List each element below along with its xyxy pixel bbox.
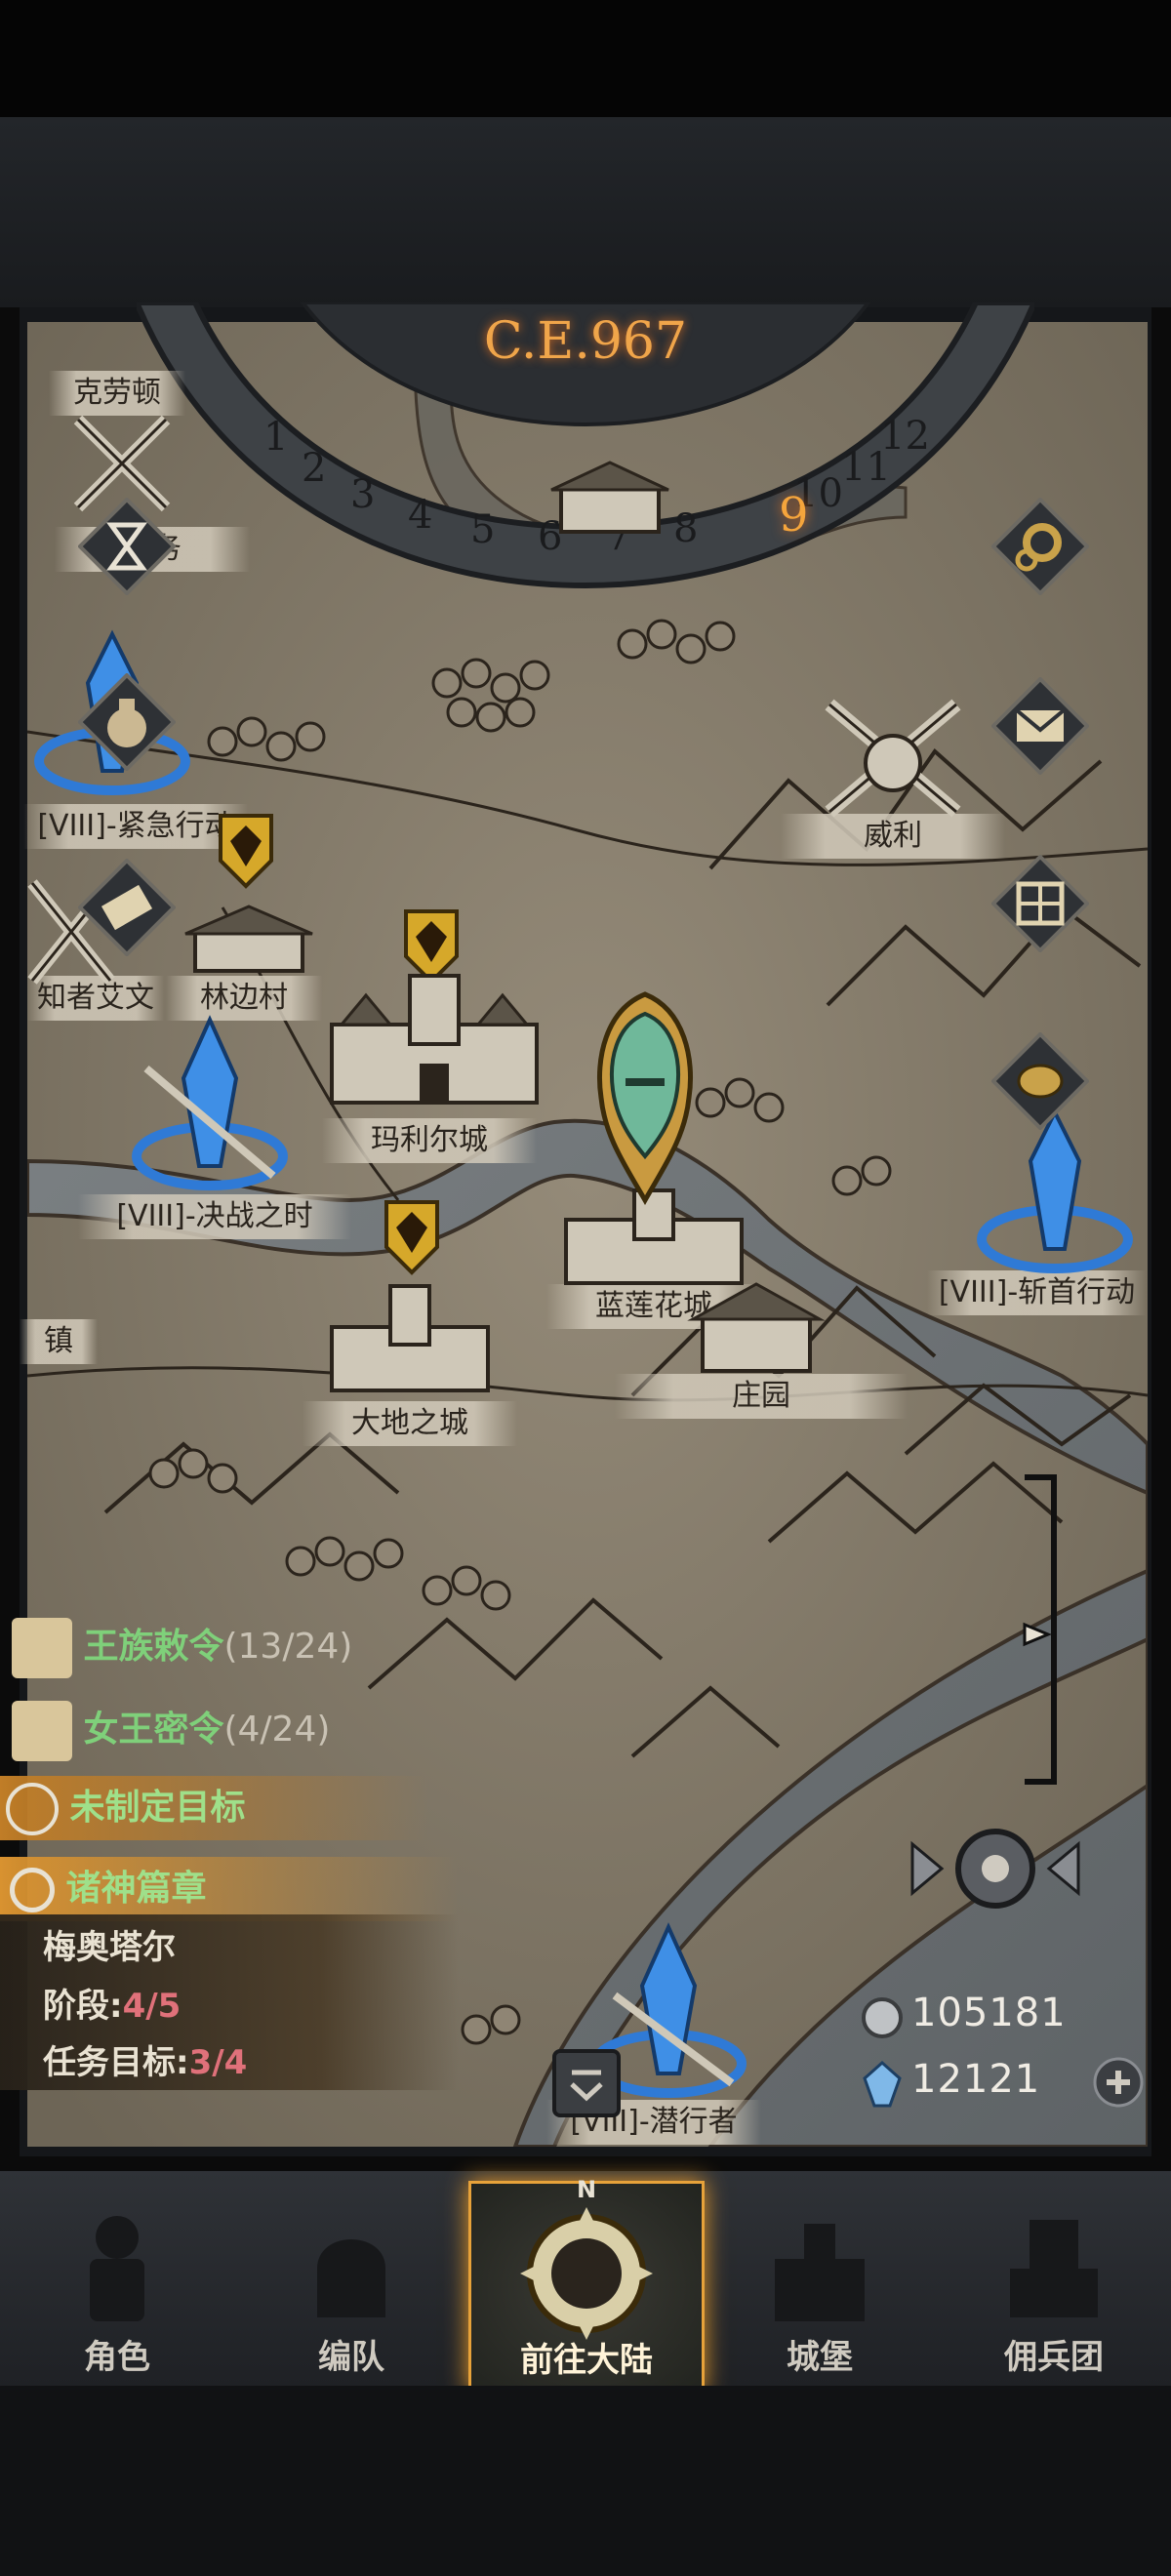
player-helmet-marker[interactable] xyxy=(591,990,699,1205)
helmet-icon xyxy=(317,2239,385,2317)
month-8: 8 xyxy=(673,506,699,551)
current-month: 9 xyxy=(779,488,809,543)
bag-icon[interactable] xyxy=(78,673,176,771)
compass-icon xyxy=(520,2207,653,2340)
mercenary-icon xyxy=(1010,2220,1098,2317)
zoom-handle xyxy=(1023,1622,1052,1647)
chapter-title: 诸神篇章 xyxy=(65,1869,207,1909)
quest-royal-decree[interactable]: 王族敕令(13/24) xyxy=(12,1615,352,1679)
location-zhen[interactable]: 镇 xyxy=(20,1319,98,1364)
quest-queen-order[interactable]: 女王密令(4/24) xyxy=(12,1698,330,1762)
scroll-icon[interactable] xyxy=(78,859,176,956)
month-1: 1 xyxy=(263,415,289,460)
castle-icon[interactable] xyxy=(322,966,546,1112)
goal-row: 任务目标:3/4 xyxy=(43,2035,247,2083)
stage-row: 阶段:4/5 xyxy=(43,1979,181,2027)
top-bar xyxy=(0,117,1171,307)
stage-label: 阶段: xyxy=(43,1987,123,2026)
tab-label: 城堡 xyxy=(787,2338,853,2377)
era-label: C.E.967 xyxy=(483,312,688,371)
target-label: 未制定目标 xyxy=(69,1788,246,1828)
tab-label: 佣兵团 xyxy=(1004,2338,1104,2377)
target-bar[interactable]: 未制定目标 xyxy=(0,1776,429,1840)
goal-label: 任务目标: xyxy=(43,2043,189,2082)
add-currency-button[interactable] xyxy=(1091,2055,1146,2110)
month-2: 2 xyxy=(302,446,327,491)
scroll-icon xyxy=(12,1618,72,1678)
month-12: 12 xyxy=(880,414,930,459)
castle-icon[interactable] xyxy=(322,1278,498,1395)
chapter-panel[interactable]: 梅奥塔尔 阶段:4/5 任务目标:3/4 xyxy=(0,1914,459,2090)
crystal-icon xyxy=(863,2061,902,2108)
location-juezhan[interactable]: [VIII]-决战之时 xyxy=(78,1194,351,1239)
tab-go-to-continent[interactable]: N 前往大陆 xyxy=(468,2176,705,2392)
crossed-swords-icon[interactable] xyxy=(820,695,966,822)
tab-formation[interactable]: 编队 xyxy=(234,2181,468,2386)
quest-name: 王族敕令 xyxy=(83,1627,224,1667)
stage-value: 4/5 xyxy=(122,1987,182,2026)
crystal-quest-marker[interactable] xyxy=(127,1010,293,1195)
tab-castle[interactable]: 城堡 xyxy=(703,2181,937,2386)
gear-icon[interactable] xyxy=(991,498,1089,595)
building-icon[interactable] xyxy=(546,459,673,537)
location-urgent[interactable]: [VIII]-紧急行动 xyxy=(23,804,248,849)
manor-icon[interactable] xyxy=(683,1278,829,1376)
tab-label: 编队 xyxy=(318,2338,384,2377)
coin-icon[interactable] xyxy=(991,1032,1089,1130)
search-icon xyxy=(10,1868,55,1912)
silver-amount: 105181 xyxy=(911,1991,1067,2035)
zoom-slider[interactable] xyxy=(1015,1473,1064,1786)
scroll-icon xyxy=(12,1701,72,1761)
locate-icon[interactable] xyxy=(903,1815,1088,1922)
shield-banner-icon[interactable] xyxy=(383,1198,441,1276)
month-4: 4 xyxy=(408,493,433,538)
collapse-button[interactable] xyxy=(552,2049,621,2117)
tab-label: 前往大陆 xyxy=(520,2341,653,2380)
goal-value: 3/4 xyxy=(188,2043,248,2082)
grid-icon[interactable] xyxy=(991,855,1089,952)
chapter-header[interactable]: 诸神篇章 xyxy=(0,1857,459,1921)
target-icon xyxy=(6,1783,59,1835)
tab-character[interactable]: 角色 xyxy=(0,2181,234,2386)
tab-mercenary[interactable]: 佣兵团 xyxy=(937,2181,1171,2386)
tab-label: 角色 xyxy=(84,2338,150,2377)
location-dadi[interactable]: 大地之城 xyxy=(303,1401,517,1446)
crystal-amount: 12121 xyxy=(911,2057,1041,2102)
village-icon[interactable] xyxy=(176,903,322,976)
envelope-icon[interactable] xyxy=(991,677,1089,775)
status-bar-area xyxy=(0,0,1171,117)
bottom-bezel xyxy=(0,2386,1171,2576)
castle-icon xyxy=(775,2224,865,2321)
quest-progress: (13/24) xyxy=(223,1627,353,1667)
quest-progress: (4/24) xyxy=(223,1710,331,1750)
quest-name: 女王密令 xyxy=(83,1710,224,1750)
month-5: 5 xyxy=(470,507,496,552)
chapter-boss: 梅奥塔尔 xyxy=(43,1928,176,1967)
month-3: 3 xyxy=(350,472,376,517)
compass-north-label: N xyxy=(576,2176,597,2203)
location-zhuangyuan[interactable]: 庄园 xyxy=(615,1374,908,1419)
hourglass-icon[interactable] xyxy=(78,498,176,595)
silver-coin-icon xyxy=(862,1997,903,2038)
location-mali[interactable]: 玛利尔城 xyxy=(322,1118,537,1163)
shield-banner-icon[interactable] xyxy=(217,812,275,890)
knight-icon xyxy=(90,2216,144,2321)
